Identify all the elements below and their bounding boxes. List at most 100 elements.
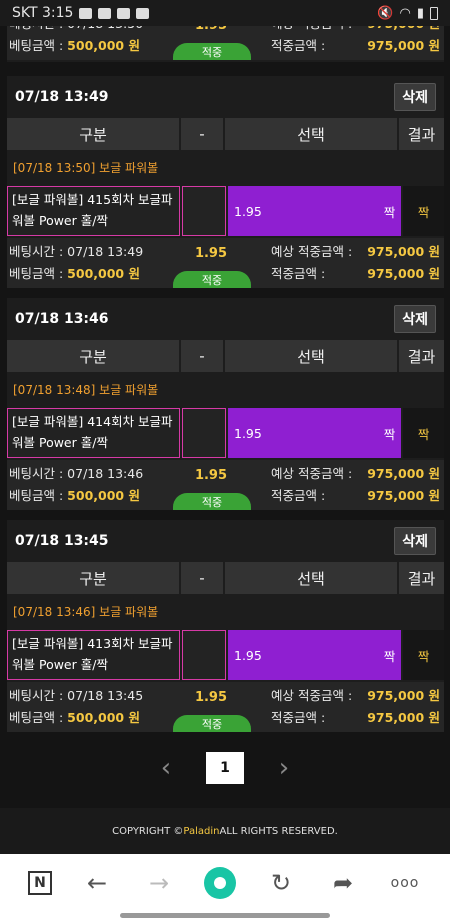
column-header: 구분 - 선택 결과 [7,340,444,372]
pick-choice: 짝 [383,204,396,220]
game-tag: [보글 파워볼] [12,636,84,651]
expected-win-label: 예상 적중금액 : [271,688,353,703]
bet-card: 07/18 13:49 삭제 구분 - 선택 결과 [07/18 13:50] … [7,76,444,288]
bag-icon [117,7,131,19]
col-result: 결과 [399,340,444,372]
forward-arrow-icon[interactable]: → [142,869,176,897]
card-header: 07/18 13:46 삭제 [7,298,444,340]
card-header: 07/18 13:45 삭제 [7,520,444,562]
brand-name: Paladin [183,825,220,837]
col-pick: 선택 [225,562,399,594]
prev-page-icon[interactable]: ‹ [156,753,176,783]
win-amount-value: 975,000 원 [367,488,440,503]
bet-pick[interactable]: 1.95 짝 [228,186,402,236]
win-amount-label: 적중금액 : [271,266,326,281]
col-dash: - [181,118,225,150]
game-title: [07/18 13:50] 보글 파워볼 [13,160,159,175]
col-result: 결과 [399,562,444,594]
game-tag: [보글 파워볼] [12,414,84,429]
col-type: 구분 [7,562,181,594]
col-dash: - [181,562,225,594]
check-icon [136,7,150,19]
bet-time: 베팅시간 : 07/18 13:45 [9,688,144,703]
column-header: 구분 - 선택 결과 [7,118,444,150]
win-badge: 적중 [173,715,251,732]
battery-icon [430,6,438,20]
win-amount-value: 975,000 원 [367,710,440,725]
carrier-time: SKT 3:15 [12,5,74,21]
win-badge: 적중 [173,43,251,60]
bet-amount-label: 베팅금액 : [9,488,68,503]
expected-win-label: 예상 적중금액 : [271,466,353,481]
card-time: 07/18 13:49 [15,89,109,105]
delete-button[interactable]: 삭제 [394,305,436,333]
bet-amount: 500,000 원 [67,266,140,281]
bet-card: 07/18 13:45 삭제 구분 - 선택 결과 [07/18 13:46] … [7,520,444,732]
bet-amount: 500,000 원 [67,488,140,503]
delete-button[interactable]: 삭제 [394,83,436,111]
win-amount-label: 적중금액 : [271,710,326,725]
game-tag: [보글 파워볼] [12,192,84,207]
delete-button[interactable]: 삭제 [394,527,436,555]
bet-pick[interactable]: 1.95 짝 [228,408,402,458]
col-pick: 선택 [225,118,399,150]
mute-icon: 🔇 [377,5,394,21]
col-type: 구분 [7,340,181,372]
bet-dash-cell [182,408,226,458]
home-handle[interactable] [120,913,330,918]
bet-amount: 500,000 원 [67,710,140,725]
pick-odds: 1.95 [234,647,262,663]
card-time: 07/18 13:45 [15,533,109,549]
signal-icon: ▮ [416,5,424,21]
col-pick: 선택 [225,340,399,372]
pagination: ‹ 1 › [0,752,450,784]
bet-amount-label: 베팅금액 : [9,266,68,281]
bet-amount-label: 베팅금액 : [9,710,68,725]
browser-toolbar: N ← → ↻ ➦ ooo [0,854,450,912]
bet-result: 짝 [403,630,444,680]
bet-pick[interactable]: 1.95 짝 [228,630,402,680]
odds: 1.95 [194,690,228,705]
odds: 1.95 [194,246,228,261]
expected-win-value: 975,000 원 [367,688,440,703]
pick-choice: 짝 [383,426,396,442]
column-header: 구분 - 선택 결과 [7,562,444,594]
bet-dash-cell [182,630,226,680]
bet-summary: 베팅시간 : 07/18 13:49 베팅금액 : 500,000 원 1.95… [7,238,444,288]
card-header: 07/18 13:49 삭제 [7,76,444,118]
bet-row: [보글 파워볼] 414회차 보글파워볼 Power 홀/짝 1.95 짝 짝 [7,408,444,458]
odds: 1.95 [194,468,228,483]
bet-summary: 베팅시간 : 07/18 13:46 베팅금액 : 500,000 원 1.95… [7,460,444,510]
reload-icon[interactable]: ↻ [264,869,298,897]
bet-row: [보글 파워볼] 413회차 보글파워볼 Power 홀/짝 1.95 짝 짝 [7,630,444,680]
bet-summary: 베팅시간 : 07/18 13:45 베팅금액 : 500,000 원 1.95… [7,682,444,732]
win-amount-label: 적중금액 : [271,488,326,503]
bet-amount-label: 베팅금액 : [9,38,68,53]
bet-dash-cell [182,186,226,236]
card-time: 07/18 13:46 [15,311,109,327]
col-dash: - [181,340,225,372]
copyright-suffix: ALL RIGHTS RESERVED. [219,825,338,837]
pick-choice: 짝 [383,648,396,664]
green-home-icon[interactable] [204,867,236,899]
bet-time: 베팅시간 : 07/18 13:49 [9,244,144,259]
back-arrow-icon[interactable]: ← [80,869,114,897]
bet-row: [보글 파워볼] 415회차 보글파워볼 Power 홀/짝 1.95 짝 짝 [7,186,444,236]
wifi-icon: ◠ [399,5,411,21]
expected-win-value: 975,000 원 [367,466,440,481]
naver-home-icon[interactable]: N [28,871,52,895]
status-bar: SKT 3:15 🔇 ◠ ▮ [0,0,450,26]
copyright-prefix: COPYRIGHT © [112,825,184,837]
bet-amount: 500,000 원 [67,38,140,53]
more-icon[interactable]: ooo [388,875,422,891]
bet-result: 짝 [403,408,444,458]
next-page-icon[interactable]: › [274,753,294,783]
col-result: 결과 [399,118,444,150]
expected-win-value: 975,000 원 [367,244,440,259]
share-icon[interactable]: ➦ [326,869,360,897]
bet-card: 07/18 13:46 삭제 구분 - 선택 결과 [07/18 13:48] … [7,298,444,510]
bet-result: 짝 [403,186,444,236]
page-number-current[interactable]: 1 [206,752,244,784]
bet-time: 베팅시간 : 07/18 13:46 [9,466,144,481]
win-amount-label: 적중금액 : [271,38,326,53]
